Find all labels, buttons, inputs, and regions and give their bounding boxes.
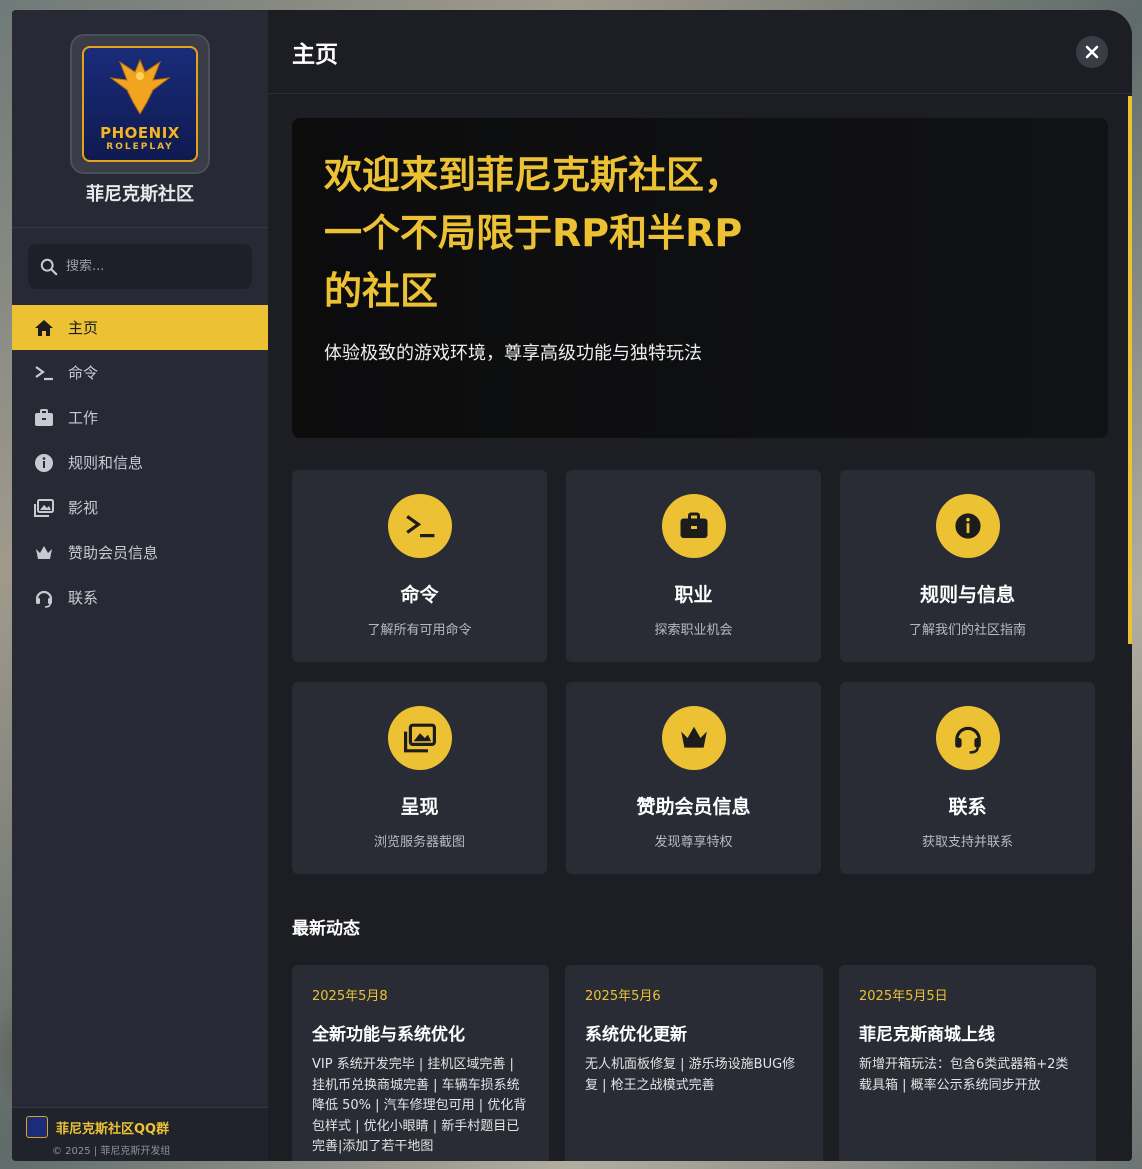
card-icon-circle	[935, 706, 1000, 770]
sidebar-footer: 菲尼克斯社区QQ群 © 2025 | 菲尼克斯开发组	[12, 1107, 268, 1161]
sidebar-item-label: 规则和信息	[68, 454, 144, 472]
card-desc: 获取支持并联系	[921, 835, 1013, 850]
card-icon-circle	[387, 706, 452, 770]
crown-icon	[36, 545, 52, 559]
search-box[interactable]	[28, 244, 252, 289]
card-title: 规则与信息	[919, 584, 1015, 606]
card-title: 职业	[674, 584, 713, 606]
card-desc: 了解所有可用命令	[367, 623, 472, 638]
card-title: 命令	[400, 584, 439, 606]
card-icon-circle	[935, 494, 1000, 558]
news-list: 2025年5月8 全新功能与系统优化 VIP 系统开发完毕 | 挂机区域完善 |…	[292, 965, 1108, 1161]
headset-icon	[954, 726, 981, 754]
logo-text: PHOENIX	[100, 124, 180, 142]
news-date: 2025年5月6	[585, 989, 661, 1004]
news-body: VIP 系统开发完毕 | 挂机区域完善 | 挂机币兑换商城完善 | 车辆车损系统…	[312, 1057, 527, 1154]
content-area: 欢迎来到菲尼克斯社区，一个不局限于RP和半RP的社区 体验极致的游戏环境，尊享高…	[268, 94, 1132, 1161]
hero-subtitle: 体验极致的游戏环境，尊享高级功能与独特玩法	[324, 343, 702, 364]
search-icon	[40, 258, 58, 275]
close-button[interactable]	[1076, 35, 1108, 68]
news-date: 2025年5月8	[312, 989, 388, 1004]
info-icon	[954, 513, 981, 539]
main-panel: 主页 欢迎来到菲尼克斯社区，一个不局限于RP和半RP的社区 体验极致的游戏环境，…	[268, 10, 1132, 1161]
sidebar-item-rules[interactable]: 规则和信息	[12, 440, 268, 485]
sidebar-item-home[interactable]: 主页	[12, 305, 268, 350]
news-card[interactable]: 2025年5月8 全新功能与系统优化 VIP 系统开发完毕 | 挂机区域完善 |…	[292, 965, 549, 1161]
brand-name: 菲尼克斯社区	[86, 184, 194, 205]
sidebar-item-label: 工作	[68, 409, 99, 427]
headset-icon	[35, 590, 53, 608]
scrollbar-thumb[interactable]	[1128, 96, 1132, 644]
card-title: 赞助会员信息	[636, 796, 751, 818]
sidebar-item-label: 影视	[68, 499, 99, 517]
hero-banner: 欢迎来到菲尼克斯社区，一个不局限于RP和半RP的社区 体验极致的游戏环境，尊享高…	[292, 118, 1108, 438]
sidebar-item-label: 主页	[68, 319, 99, 337]
sidebar-item-media[interactable]: 影视	[12, 485, 268, 530]
card-desc: 探索职业机会	[654, 623, 733, 638]
sidebar-item-label: 联系	[68, 589, 99, 607]
card-icon-circle	[661, 706, 726, 770]
app-window: PHOENIX ROLEPLAY 菲尼克斯社区 主页 命令	[12, 10, 1132, 1161]
card-icon-circle	[661, 494, 726, 558]
brand-area: PHOENIX ROLEPLAY 菲尼克斯社区	[12, 10, 268, 228]
card-contact[interactable]: 联系 获取支持并联系	[840, 682, 1095, 874]
card-desc: 浏览服务器截图	[373, 835, 465, 850]
card-media[interactable]: 呈现 浏览服务器截图	[292, 682, 547, 874]
sidebar: PHOENIX ROLEPLAY 菲尼克斯社区 主页 命令	[12, 10, 268, 1161]
sidebar-item-jobs[interactable]: 工作	[12, 395, 268, 440]
images-icon	[34, 498, 54, 517]
news-card[interactable]: 2025年5月5日 菲尼克斯商城上线 新增开箱玩法：包含6类武器箱+2类载具箱 …	[839, 965, 1096, 1161]
card-title: 联系	[948, 796, 987, 818]
hero-title: 欢迎来到菲尼克斯社区，一个不局限于RP和半RP的社区	[324, 153, 743, 313]
briefcase-icon	[35, 408, 53, 426]
card-rules[interactable]: 规则与信息 了解我们的社区指南	[840, 470, 1095, 662]
terminal-icon	[35, 365, 53, 380]
qq-group-title: 菲尼克斯社区QQ群	[56, 1121, 170, 1137]
card-icon-circle	[387, 494, 452, 558]
news-body: 无人机面板修复 | 游乐场设施BUG修复 | 枪王之战模式完善	[585, 1057, 796, 1093]
card-title: 呈现	[400, 796, 439, 818]
logo-subtext: ROLEPLAY	[106, 142, 174, 152]
card-commands[interactable]: 命令 了解所有可用命令	[292, 470, 547, 662]
phoenix-logo: PHOENIX ROLEPLAY	[82, 46, 198, 162]
crown-icon	[680, 726, 707, 748]
news-card[interactable]: 2025年5月6 系统优化更新 无人机面板修复 | 游乐场设施BUG修复 | 枪…	[565, 965, 823, 1161]
sidebar-nav: 主页 命令 工作 规则和信息 影视 赞助会员信息 联系	[12, 305, 268, 620]
header: 主页	[268, 10, 1132, 94]
sidebar-item-label: 赞助会员信息	[68, 544, 159, 562]
qq-group-link[interactable]: 菲尼克斯社区QQ群	[26, 1116, 254, 1138]
search-input[interactable]	[66, 259, 236, 274]
sidebar-item-label: 命令	[68, 364, 99, 382]
sidebar-item-sponsor[interactable]: 赞助会员信息	[12, 530, 268, 575]
news-section-title: 最新动态	[292, 919, 360, 939]
home-icon	[35, 319, 53, 336]
news-title: 全新功能与系统优化	[312, 1025, 465, 1045]
card-jobs[interactable]: 职业 探索职业机会	[566, 470, 821, 662]
page-title: 主页	[292, 41, 338, 68]
card-desc: 发现尊享特权	[654, 835, 733, 850]
info-icon	[35, 453, 53, 472]
feature-grid: 命令 了解所有可用命令 职业 探索职业机会 规则与信息 了解我们的社区指南 呈现…	[292, 470, 1108, 874]
phoenix-bird-icon	[109, 58, 171, 115]
close-icon	[1085, 45, 1099, 58]
sidebar-item-contact[interactable]: 联系	[12, 575, 268, 620]
images-icon	[403, 723, 436, 753]
mini-logo-icon	[26, 1116, 48, 1138]
logo-frame: PHOENIX ROLEPLAY	[70, 34, 210, 174]
news-body: 新增开箱玩法：包含6类武器箱+2类载具箱 | 概率公示系统同步开放	[859, 1057, 1069, 1093]
news-title: 菲尼克斯商城上线	[859, 1025, 995, 1045]
copyright-text: © 2025 | 菲尼克斯开发组	[52, 1146, 171, 1157]
news-date: 2025年5月5日	[859, 989, 948, 1004]
briefcase-icon	[680, 512, 707, 538]
card-desc: 了解我们的社区指南	[908, 623, 1026, 638]
terminal-icon	[405, 515, 434, 538]
card-sponsor[interactable]: 赞助会员信息 发现尊享特权	[566, 682, 821, 874]
news-title: 系统优化更新	[585, 1025, 687, 1045]
sidebar-item-commands[interactable]: 命令	[12, 350, 268, 395]
